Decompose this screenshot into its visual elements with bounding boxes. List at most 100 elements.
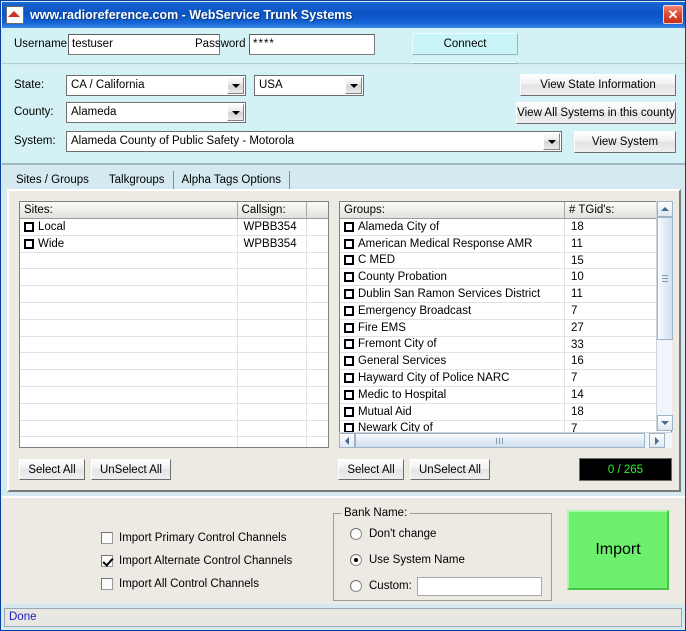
table-row[interactable]: C MED 15 xyxy=(340,252,671,270)
tab-talkgroups[interactable]: Talkgroups xyxy=(101,171,174,190)
dont-change-radio[interactable] xyxy=(350,528,362,540)
tab-panel: Sites: Callsign: Local WPBB354 Wide WPBB… xyxy=(7,189,681,492)
table-row[interactable]: Fire EMS 27 xyxy=(340,319,671,337)
table-row[interactable]: Mutual Aid 18 xyxy=(340,403,671,421)
tab-alpha-tags-options[interactable]: Alpha Tags Options xyxy=(174,171,291,190)
sites-select-all-button[interactable]: Select All xyxy=(19,459,85,480)
import-alternate-label: Import Alternate Control Channels xyxy=(119,555,293,567)
custom-label: Custom: xyxy=(369,580,412,592)
custom-radio[interactable] xyxy=(350,580,362,592)
bank-name-option-use-system-name[interactable]: Use System Name xyxy=(350,554,465,566)
group-checkbox[interactable] xyxy=(344,255,354,266)
table-row[interactable]: Medic to Hospital 14 xyxy=(340,386,671,404)
chevron-down-icon[interactable] xyxy=(543,133,560,150)
table-row[interactable]: Alameda City of 18 xyxy=(340,219,671,236)
group-checkbox[interactable] xyxy=(344,221,354,232)
window-title: www.radioreference.com - WebService Trun… xyxy=(30,8,353,22)
connect-button[interactable]: Connect xyxy=(412,33,518,55)
password-input[interactable]: **** xyxy=(249,34,375,55)
table-row[interactable]: American Medical Response AMR 11 xyxy=(340,235,671,253)
group-checkbox[interactable] xyxy=(344,389,354,400)
import-button[interactable]: Import xyxy=(567,510,669,590)
application-window: www.radioreference.com - WebService Trun… xyxy=(0,0,686,631)
bank-name-option-dont-change[interactable]: Don't change xyxy=(350,528,436,540)
groups-unselect-all-button[interactable]: UnSelect All xyxy=(410,459,490,480)
vscroll-grip-icon xyxy=(662,274,668,283)
group-checkbox[interactable] xyxy=(344,322,354,333)
table-row[interactable]: Wide WPBB354 xyxy=(20,235,328,253)
view-state-information-button[interactable]: View State Information xyxy=(520,74,676,96)
view-all-systems-button[interactable]: View All Systems in this county xyxy=(516,102,676,124)
group-checkbox[interactable] xyxy=(344,373,354,384)
import-all-control-channels-option[interactable]: Import All Control Channels xyxy=(101,578,259,590)
group-checkbox[interactable] xyxy=(344,272,354,283)
import-options-area: Import Primary Control Channels Import A… xyxy=(2,496,685,604)
import-all-label: Import All Control Channels xyxy=(119,578,259,590)
vscroll-thumb[interactable] xyxy=(657,217,673,340)
table-row-empty xyxy=(20,437,328,447)
view-system-button[interactable]: View System xyxy=(574,131,676,153)
tab-sites-groups[interactable]: Sites / Groups xyxy=(8,171,101,190)
group-name: Medic to Hospital xyxy=(358,388,447,401)
state-select[interactable]: CA / California xyxy=(66,75,246,96)
import-primary-checkbox[interactable] xyxy=(101,532,113,544)
scroll-down-icon[interactable] xyxy=(657,415,673,431)
sites-listbox[interactable]: Sites: Callsign: Local WPBB354 Wide WPBB… xyxy=(19,201,329,448)
import-all-checkbox[interactable] xyxy=(101,578,113,590)
system-select[interactable]: Alameda County of Public Safety - Motoro… xyxy=(66,131,562,152)
group-checkbox[interactable] xyxy=(344,289,354,300)
group-tgid-count: 18 xyxy=(571,405,584,418)
group-tgid-count: 15 xyxy=(571,254,584,267)
scroll-up-icon[interactable] xyxy=(657,201,673,217)
group-checkbox[interactable] xyxy=(344,238,354,249)
groups-vertical-scrollbar[interactable] xyxy=(656,201,673,431)
table-row[interactable]: Emergency Broadcast 7 xyxy=(340,302,671,320)
group-tgid-count: 11 xyxy=(571,237,583,250)
groups-column-header: Groups: xyxy=(340,202,565,218)
county-select[interactable]: Alameda xyxy=(66,102,246,123)
chevron-down-icon[interactable] xyxy=(345,77,362,94)
site-checkbox[interactable] xyxy=(24,221,34,232)
group-tgid-count: 10 xyxy=(571,271,584,284)
table-row-empty xyxy=(20,353,328,371)
country-select[interactable]: USA xyxy=(254,75,364,96)
table-row[interactable]: General Services 16 xyxy=(340,353,671,371)
bank-name-option-custom[interactable]: Custom: xyxy=(350,580,412,592)
groups-horizontal-scrollbar[interactable] xyxy=(339,432,672,448)
group-checkbox[interactable] xyxy=(344,406,354,417)
vscroll-track[interactable] xyxy=(657,217,673,415)
close-icon[interactable]: ✕ xyxy=(663,5,683,24)
group-tgid-count: 11 xyxy=(571,288,583,301)
group-checkbox[interactable] xyxy=(344,356,354,367)
group-tgid-count: 7 xyxy=(571,372,578,385)
table-row[interactable]: Dublin San Ramon Services District 11 xyxy=(340,286,671,303)
import-alternate-control-channels-option[interactable]: Import Alternate Control Channels xyxy=(101,555,292,567)
scroll-left-icon[interactable] xyxy=(339,433,355,448)
groups-select-all-button[interactable]: Select All xyxy=(338,459,404,480)
import-primary-control-channels-option[interactable]: Import Primary Control Channels xyxy=(101,532,286,544)
use-system-name-radio[interactable] xyxy=(350,554,362,566)
radioreference-logo-icon xyxy=(6,6,24,24)
group-checkbox[interactable] xyxy=(344,305,354,316)
site-spacer-cell xyxy=(307,236,328,252)
chevron-down-icon[interactable] xyxy=(227,77,244,94)
group-tgid-count: 14 xyxy=(571,388,584,401)
hscroll-thumb[interactable] xyxy=(355,433,645,448)
custom-bank-name-input[interactable] xyxy=(417,577,542,596)
import-alternate-checkbox[interactable] xyxy=(101,555,113,567)
country-select-value: USA xyxy=(259,79,283,91)
table-row[interactable]: Hayward City of Police NARC 7 xyxy=(340,370,671,387)
sites-unselect-all-button[interactable]: UnSelect All xyxy=(91,459,171,480)
county-label: County: xyxy=(14,106,54,118)
status-bar: Done xyxy=(4,608,682,627)
chevron-down-icon[interactable] xyxy=(227,104,244,121)
group-name: Mutual Aid xyxy=(358,405,412,418)
table-row[interactable]: County Probation 10 xyxy=(340,269,671,287)
scroll-right-icon[interactable] xyxy=(649,433,665,448)
table-row[interactable]: Local WPBB354 xyxy=(20,219,328,236)
table-row[interactable]: Fremont City of 33 xyxy=(340,336,671,354)
groups-listbox[interactable]: Groups: # TGid's: Alameda City of 18 Ameri… xyxy=(339,201,672,448)
group-checkbox[interactable] xyxy=(344,339,354,350)
site-checkbox[interactable] xyxy=(24,238,34,249)
table-row-empty xyxy=(20,420,328,438)
